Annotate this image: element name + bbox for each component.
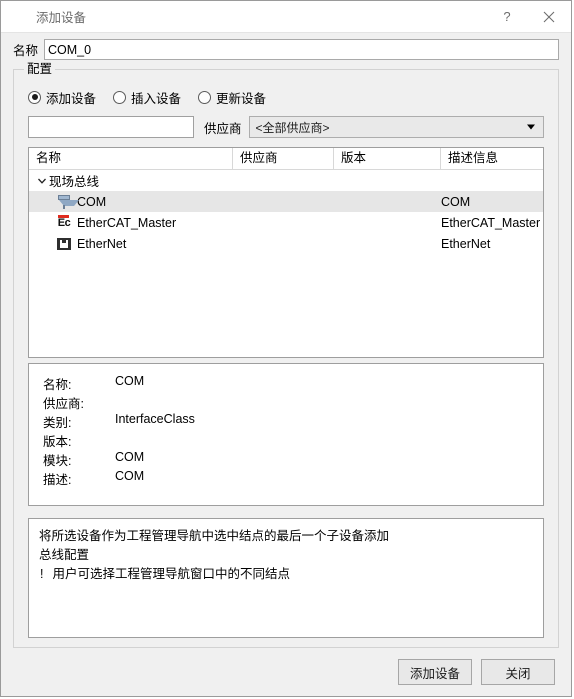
tree-column-name[interactable]: 名称 (29, 148, 233, 169)
dialog-title: 添加设备 (36, 11, 87, 25)
question-mark-icon: ? (503, 9, 511, 24)
chevron-down-icon (527, 124, 535, 130)
tree-row-fieldbus[interactable]: 现场总线 (29, 170, 543, 191)
tree-header-row: 名称 供应商 版本 描述信息 (29, 148, 543, 170)
info-panel: 将所选设备作为工程管理导航中选中结点的最后一个子设备添加 总线配置 ! 用户可选择… (28, 518, 544, 638)
ethernet-jack-icon (56, 236, 72, 252)
detail-row-name: 名称: COM (43, 374, 543, 393)
exclamation-icon: ! (40, 567, 44, 581)
tree-row-label: 现场总线 (49, 175, 100, 189)
detail-row-category: 类别: InterfaceClass (43, 412, 543, 431)
dialog-titlebar: 添加设备 ? (1, 1, 571, 33)
tree-column-vendor[interactable]: 供应商 (233, 148, 334, 169)
tree-column-description[interactable]: 描述信息 (441, 148, 543, 169)
dialog-footer: 添加设备 关闭 (1, 648, 571, 696)
serial-port-icon (56, 194, 79, 210)
device-tree[interactable]: 名称 供应商 版本 描述信息 现场总线 COM COM Ec EtherCAT_… (28, 147, 544, 358)
tree-cell-description: EtherNet (441, 236, 491, 251)
config-groupbox: 配置 添加设备 插入设备 更新设备 供应商 <全部供应商> 名称 供应商 版本 … (13, 62, 559, 648)
tree-row-label: EtherCAT_Master (77, 215, 177, 230)
detail-row-vendor: 供应商: (43, 393, 543, 412)
radio-unselected-icon (198, 90, 212, 104)
detail-value: COM (115, 450, 145, 464)
add-device-dialog: 添加设备 ? 名称 配置 (0, 0, 572, 697)
radio-add-device[interactable]: 添加设备 (28, 88, 96, 107)
tree-row-label: EtherNet (77, 236, 127, 251)
ethercat-icon: Ec (57, 214, 71, 229)
detail-value: InterfaceClass (115, 412, 195, 426)
device-details-panel: 名称: COM 供应商: 类别: InterfaceClass 版本: 模块: (28, 363, 544, 506)
tree-cell-description: EtherCAT_Master (441, 215, 541, 230)
detail-key: 模块: (43, 454, 72, 468)
detail-key: 描述: (43, 473, 72, 487)
detail-value: COM (115, 374, 145, 388)
tree-column-version[interactable]: 版本 (334, 148, 441, 169)
config-group-legend: 配置 (24, 62, 56, 76)
info-line-2: 总线配置 (39, 548, 90, 562)
tree-body: 现场总线 COM COM Ec EtherCAT_Master EtherCAT… (29, 170, 543, 357)
detail-row-version: 版本: (43, 431, 543, 450)
detail-row-description: 描述: COM (43, 469, 543, 488)
tree-cell-description: COM (441, 194, 471, 209)
chevron-down-icon[interactable] (34, 173, 49, 188)
close-dialog-button[interactable]: 关闭 (481, 659, 555, 685)
vendor-dropdown[interactable]: <全部供应商> (248, 116, 544, 138)
device-name-input[interactable] (44, 39, 559, 60)
info-line-3: ! 用户可选择工程管理导航窗口中的不同结点 (39, 565, 533, 584)
radio-insert-device-label: 插入设备 (131, 91, 182, 106)
radio-update-device[interactable]: 更新设备 (198, 88, 266, 107)
tree-row-ethernet[interactable]: EtherNet EtherNet (29, 233, 543, 254)
detail-value: COM (115, 469, 145, 483)
radio-insert-device[interactable]: 插入设备 (113, 88, 181, 107)
device-name-label: 名称 (13, 44, 39, 58)
detail-key: 名称: (43, 378, 72, 392)
info-hint-text: 用户可选择工程管理导航窗口中的不同结点 (52, 567, 290, 581)
detail-key: 供应商: (43, 397, 84, 411)
info-line-1: 将所选设备作为工程管理导航中选中结点的最后一个子设备添加 (39, 529, 390, 543)
radio-selected-icon (28, 90, 41, 104)
device-name-row: 名称 (1, 33, 571, 66)
filter-row: 供应商 <全部供应商> (28, 115, 544, 139)
help-button[interactable]: ? (487, 1, 527, 32)
detail-key: 版本: (43, 435, 72, 449)
mode-radio-group: 添加设备 插入设备 更新设备 (28, 86, 544, 108)
titlebar-buttons: ? (487, 1, 571, 32)
radio-add-device-label: 添加设备 (46, 91, 97, 106)
tree-row-label: COM (77, 194, 107, 209)
radio-unselected-icon (113, 90, 127, 104)
close-icon (543, 11, 555, 23)
detail-key: 类别: (43, 416, 72, 430)
close-button[interactable] (527, 1, 571, 32)
vendor-selected-value: <全部供应商> (255, 120, 330, 135)
tree-row-com[interactable]: COM COM (29, 191, 543, 212)
radio-update-device-label: 更新设备 (216, 91, 267, 106)
add-device-button[interactable]: 添加设备 (398, 659, 472, 685)
search-input[interactable] (28, 116, 194, 138)
detail-row-module: 模块: COM (43, 450, 543, 469)
tree-row-ethercat-master[interactable]: Ec EtherCAT_Master EtherCAT_Master (29, 212, 543, 233)
vendor-label: 供应商 (204, 121, 242, 136)
